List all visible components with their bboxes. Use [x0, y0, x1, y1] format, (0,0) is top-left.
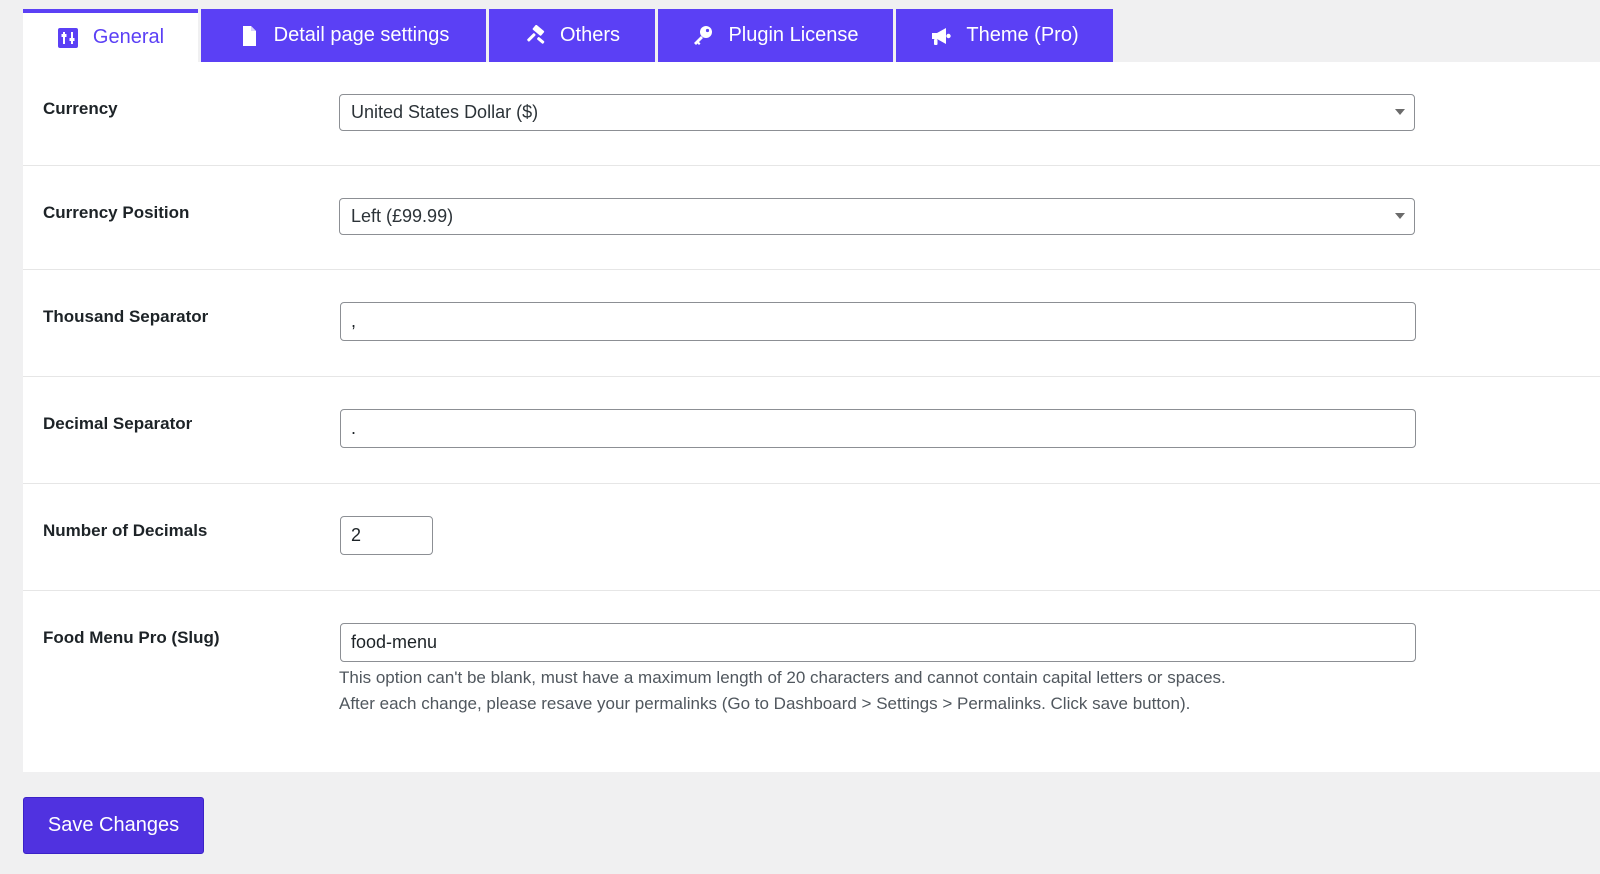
currency-position-select[interactable]: Left (£99.99) — [339, 198, 1415, 235]
chevron-down-icon — [1395, 109, 1405, 115]
slug-label: Food Menu Pro (Slug) — [43, 628, 220, 647]
thousand-separator-input[interactable] — [340, 302, 1416, 341]
currency-position-select-value: Left (£99.99) — [351, 206, 454, 226]
tab-general-label: General — [92, 26, 165, 48]
number-of-decimals-input[interactable] — [340, 516, 433, 555]
tab-detail-page-settings-label: Detail page settings — [273, 24, 450, 46]
decimal-separator-label: Decimal Separator — [43, 414, 193, 433]
decimal-separator-row: Decimal Separator — [23, 377, 1600, 484]
settings-panel: Currency United States Dollar ($) Curren… — [23, 62, 1600, 772]
thousand-separator-row: Thousand Separator — [23, 270, 1600, 377]
number-of-decimals-row: Number of Decimals — [23, 484, 1600, 591]
sliders-icon — [57, 27, 79, 49]
decimal-separator-input[interactable] — [340, 409, 1416, 448]
currency-select[interactable]: United States Dollar ($) — [339, 94, 1415, 131]
chevron-down-icon — [1395, 213, 1405, 219]
currency-row: Currency United States Dollar ($) — [23, 62, 1600, 166]
megaphone-icon — [930, 25, 952, 47]
save-changes-button[interactable]: Save Changes — [23, 797, 204, 854]
slug-row: Food Menu Pro (Slug) This option can't b… — [23, 591, 1600, 772]
settings-tabs: General Detail page settings Others Plug… — [23, 9, 1116, 62]
tab-detail-page-settings[interactable]: Detail page settings — [201, 9, 486, 62]
slug-input[interactable] — [340, 623, 1416, 662]
tab-theme-pro[interactable]: Theme (Pro) — [896, 9, 1113, 62]
currency-position-label: Currency Position — [43, 203, 190, 222]
tab-plugin-license-label: Plugin License — [728, 24, 859, 46]
currency-position-row: Currency Position Left (£99.99) — [23, 166, 1600, 270]
slug-help-line-1: This option can't be blank, must have a … — [339, 668, 1226, 687]
hammer-icon — [524, 24, 546, 47]
currency-label: Currency — [43, 99, 118, 118]
thousand-separator-label: Thousand Separator — [43, 307, 209, 326]
tab-others-label: Others — [559, 24, 621, 46]
document-icon — [238, 25, 260, 47]
slug-help-line-2: After each change, please resave your pe… — [339, 694, 1191, 713]
number-of-decimals-label: Number of Decimals — [43, 521, 208, 540]
currency-select-value: United States Dollar ($) — [351, 102, 539, 122]
tab-theme-pro-label: Theme (Pro) — [966, 24, 1079, 46]
key-icon — [692, 25, 714, 47]
tab-general[interactable]: General — [23, 9, 198, 62]
tab-others[interactable]: Others — [489, 9, 655, 62]
tab-plugin-license[interactable]: Plugin License — [658, 9, 893, 62]
